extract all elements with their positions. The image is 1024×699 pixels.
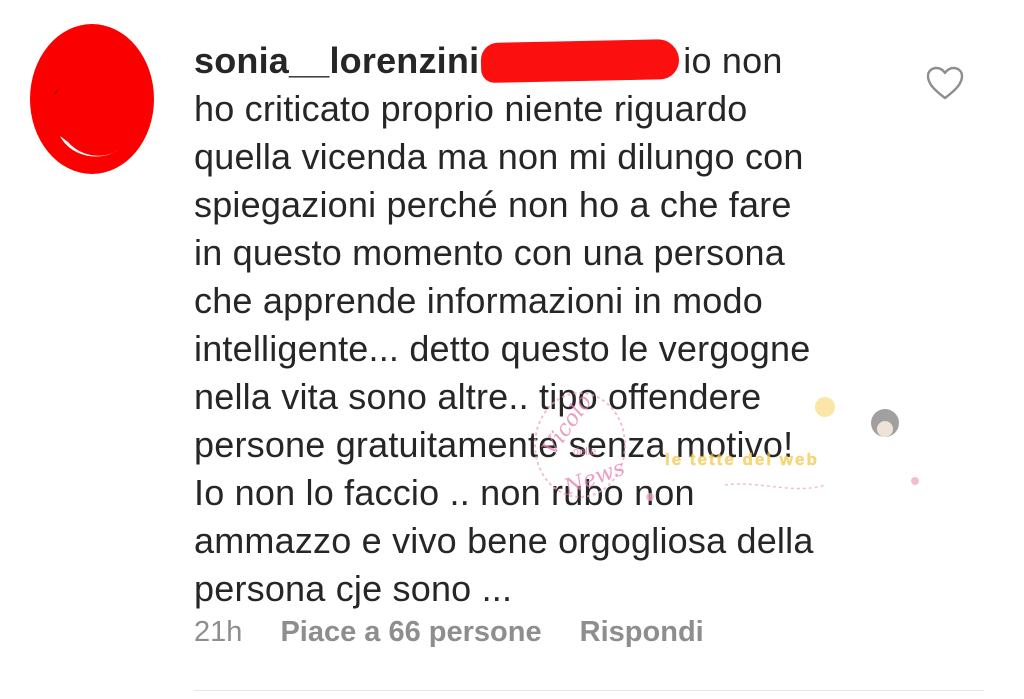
- comment-line-10: Io non lo faccio .. non rubo non: [194, 472, 695, 513]
- comment-timestamp: 21h: [194, 616, 243, 648]
- comment-line-11: ammazzo e vivo bene orgogliosa della: [194, 520, 814, 561]
- comment-line-8: nella vita sono altre.. tipo offendere: [194, 376, 762, 417]
- comment-text: io non: [683, 40, 783, 81]
- comment-line-4: spiegazioni perché non ho a che fare: [194, 184, 792, 225]
- comment-line-12: persona cje sono ...: [194, 568, 513, 609]
- redacted-mention: [480, 38, 680, 84]
- comment-line-5: in questo momento con una persona: [194, 232, 785, 273]
- likes-count-link[interactable]: Piace a 66 persone: [280, 612, 541, 652]
- comment-line-7: intelligente... detto questo le vergogne: [194, 328, 811, 369]
- comment-line-9: persone gratuitamente senza motivo!: [194, 424, 794, 465]
- avatar-redaction-scribble: [36, 37, 150, 167]
- avatar[interactable]: [30, 24, 154, 174]
- comment-line-3: quella vicenda ma non mi dilungo con: [194, 136, 804, 177]
- comment-footer: 21h Piace a 66 persone Rispondi: [194, 612, 704, 652]
- heart-icon[interactable]: [925, 65, 965, 101]
- comment-line-1: sonia__lorenzini io non: [194, 37, 894, 85]
- divider: [194, 690, 984, 691]
- comment-line-2: ho criticato proprio niente riguardo: [194, 88, 748, 129]
- comment-username[interactable]: sonia__lorenzini: [194, 40, 479, 81]
- reply-button[interactable]: Rispondi: [580, 612, 704, 652]
- comment-body: sonia__lorenzini io non ho criticato prop…: [194, 37, 894, 613]
- comment-line-6: che apprende informazioni in modo: [194, 280, 763, 321]
